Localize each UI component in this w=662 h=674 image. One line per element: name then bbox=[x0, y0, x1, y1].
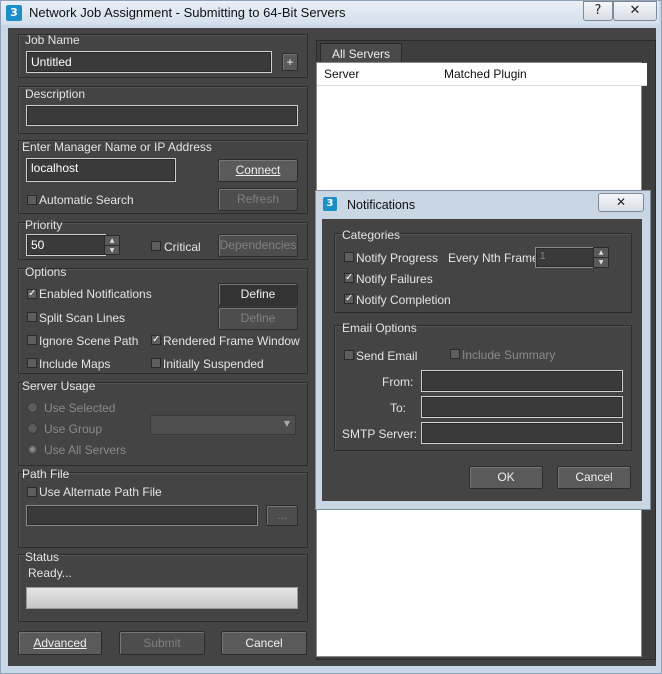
categories-label: Categories bbox=[342, 228, 401, 242]
window-title: Network Job Assignment - Submitting to 6… bbox=[29, 5, 346, 20]
dialog-cancel-button[interactable]: Cancel bbox=[557, 466, 631, 489]
use-alternate-path-label: Use Alternate Path File bbox=[39, 485, 162, 499]
priority-label: Priority bbox=[25, 218, 63, 232]
status-progress-bar bbox=[26, 587, 298, 609]
include-maps-label: Include Maps bbox=[39, 357, 111, 371]
title-bar[interactable]: 3 Network Job Assignment - Submitting to… bbox=[1, 1, 659, 25]
ignore-scene-path-label: Ignore Scene Path bbox=[39, 334, 139, 348]
manager-input[interactable]: localhost bbox=[26, 158, 176, 182]
notify-progress-label: Notify Progress bbox=[356, 251, 439, 265]
status-label: Status bbox=[25, 550, 60, 564]
options-label: Options bbox=[25, 265, 67, 279]
initially-suspended-label: Initially Suspended bbox=[163, 357, 264, 371]
description-input[interactable] bbox=[26, 105, 298, 126]
rendered-frame-window-checkbox[interactable]: ✓ bbox=[151, 335, 161, 345]
email-options-label: Email Options bbox=[342, 321, 417, 335]
column-header-matched-plugin[interactable]: Matched Plugin bbox=[438, 63, 647, 86]
dialog-close-icon[interactable]: ✕ bbox=[598, 193, 644, 212]
critical-checkbox[interactable] bbox=[151, 241, 161, 251]
use-alternate-path-checkbox[interactable] bbox=[27, 487, 37, 497]
column-header-server[interactable]: Server bbox=[317, 63, 445, 86]
include-maps-checkbox[interactable] bbox=[27, 358, 37, 368]
automatic-search-label: Automatic Search bbox=[39, 193, 134, 207]
spin-down-icon[interactable]: ▼ bbox=[594, 258, 608, 267]
job-name-label: Job Name bbox=[25, 33, 80, 47]
cancel-button[interactable]: Cancel bbox=[221, 631, 307, 655]
notify-failures-checkbox[interactable]: ✓ bbox=[344, 273, 354, 283]
spin-down-icon[interactable]: ▼ bbox=[105, 246, 119, 255]
close-icon[interactable]: ✕ bbox=[613, 1, 657, 21]
job-name-input[interactable]: Untitled bbox=[26, 51, 272, 73]
browse-path-button[interactable]: ... bbox=[266, 505, 298, 526]
every-nth-frame-input[interactable]: 1 bbox=[535, 247, 595, 268]
spin-up-icon[interactable]: ▲ bbox=[594, 248, 608, 258]
notifications-client: Categories Notify Progress Every Nth Fra… bbox=[322, 219, 642, 501]
to-label: To: bbox=[390, 401, 407, 415]
send-email-checkbox[interactable] bbox=[344, 350, 354, 360]
dialog-title: Notifications bbox=[347, 198, 416, 212]
description-label: Description bbox=[25, 87, 86, 101]
refresh-button[interactable]: Refresh bbox=[218, 188, 298, 211]
use-group-label: Use Group bbox=[44, 422, 103, 436]
send-email-label: Send Email bbox=[356, 349, 418, 363]
include-summary-label: Include Summary bbox=[462, 348, 556, 362]
critical-label: Critical bbox=[164, 240, 201, 254]
priority-input[interactable]: 50 bbox=[26, 234, 106, 256]
connect-button[interactable]: Connect bbox=[218, 159, 298, 182]
manager-label: Enter Manager Name or IP Address bbox=[22, 140, 212, 154]
enabled-notifications-checkbox[interactable]: ✓ bbox=[27, 289, 37, 299]
every-nth-frame-label: Every Nth Frame: bbox=[448, 251, 543, 265]
spin-up-icon[interactable]: ▲ bbox=[105, 236, 119, 246]
server-usage-label: Server Usage bbox=[22, 379, 96, 393]
add-job-name-button[interactable]: + bbox=[282, 53, 298, 71]
notify-progress-checkbox[interactable] bbox=[344, 252, 354, 262]
notify-failures-label: Notify Failures bbox=[356, 272, 433, 286]
include-summary-checkbox[interactable] bbox=[450, 349, 460, 359]
help-button[interactable]: ? bbox=[583, 1, 613, 21]
initially-suspended-checkbox[interactable] bbox=[151, 358, 161, 368]
ignore-scene-path-checkbox[interactable] bbox=[27, 335, 37, 345]
submit-button[interactable]: Submit bbox=[119, 631, 205, 655]
app-icon: 3 bbox=[6, 5, 22, 21]
path-file-label: Path File bbox=[22, 467, 70, 481]
define-notifications-button[interactable]: Define bbox=[218, 283, 298, 306]
define-scan-lines-button[interactable]: Define bbox=[218, 307, 298, 330]
advanced-button[interactable]: Advanced bbox=[18, 631, 102, 655]
notify-completion-label: Notify Completion bbox=[356, 293, 451, 307]
from-input[interactable] bbox=[421, 370, 623, 392]
status-text: Ready... bbox=[28, 566, 72, 580]
split-scan-lines-checkbox[interactable] bbox=[27, 312, 37, 322]
rendered-frame-window-label: Rendered Frame Window bbox=[163, 334, 300, 348]
advanced-button-label: Advanced bbox=[33, 636, 87, 650]
smtp-server-input[interactable] bbox=[421, 422, 623, 444]
use-selected-label: Use Selected bbox=[44, 401, 116, 415]
notifications-dialog: 3 Notifications ✕ Categories Notify Prog… bbox=[315, 190, 651, 510]
automatic-search-checkbox[interactable] bbox=[27, 195, 37, 205]
to-input[interactable] bbox=[421, 396, 623, 418]
path-file-input[interactable] bbox=[26, 505, 258, 526]
priority-spinner[interactable]: ▲ ▼ bbox=[104, 235, 120, 255]
dialog-app-icon: 3 bbox=[323, 197, 337, 211]
from-label: From: bbox=[382, 375, 414, 389]
enabled-notifications-label: Enabled Notifications bbox=[39, 287, 152, 301]
every-nth-spinner[interactable]: ▲ ▼ bbox=[593, 247, 609, 268]
group-dropdown[interactable]: ▼ bbox=[150, 415, 296, 435]
smtp-server-label: SMTP Server: bbox=[342, 427, 418, 441]
notify-completion-checkbox[interactable]: ✓ bbox=[344, 294, 354, 304]
ok-button[interactable]: OK bbox=[469, 466, 543, 489]
split-scan-lines-label: Split Scan Lines bbox=[39, 311, 126, 325]
use-all-servers-label: Use All Servers bbox=[44, 443, 127, 457]
dependencies-button[interactable]: Dependencies bbox=[218, 234, 298, 257]
use-group-radio[interactable] bbox=[27, 423, 38, 434]
use-selected-radio[interactable] bbox=[27, 402, 38, 413]
chevron-down-icon: ▼ bbox=[283, 419, 290, 428]
use-all-servers-radio[interactable] bbox=[27, 444, 38, 455]
